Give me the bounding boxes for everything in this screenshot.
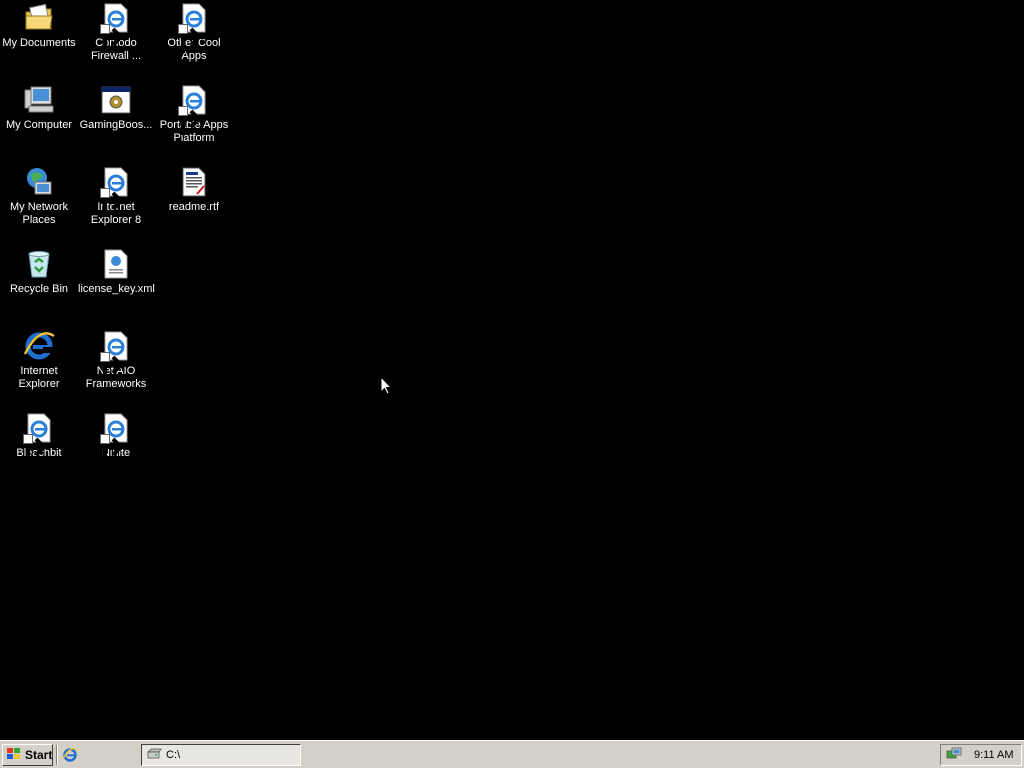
network-tray-icon[interactable]: [946, 746, 962, 765]
internet-explorer-icon: [23, 330, 55, 362]
ie-shortcut-icon: [178, 84, 210, 135]
desktop-icon-license-key[interactable]: license_key.xml: [77, 246, 155, 296]
desktop-icon-readme[interactable]: readme.rtf: [155, 164, 233, 214]
desktop-icon-label: license_key.xml: [78, 283, 155, 295]
desktop-icon-ninite[interactable]: Ninite: [77, 410, 155, 463]
desktop-icon-recycle-bin[interactable]: Recycle Bin: [0, 246, 78, 296]
rtf-document-icon: [178, 166, 210, 198]
ie-shortcut-icon: [100, 2, 132, 53]
desktop-icon-my-documents[interactable]: My Documents: [0, 0, 78, 50]
desktop-icon-label: readme.rtf: [168, 201, 220, 213]
desktop-icon-internet-explorer[interactable]: Internet Explorer: [0, 328, 78, 391]
internet-explorer-icon: [62, 747, 78, 766]
desktop-icon-label: My Network Places: [9, 201, 69, 226]
recycle-bin-icon: [23, 248, 55, 280]
desktop-icon-label: GamingBoos...: [79, 119, 153, 131]
desktop-icon-net-aio-frameworks[interactable]: Net AIO Frameworks: [77, 328, 155, 391]
windows-logo-icon: [6, 747, 22, 764]
desktop: My Documents My Computer My Network Plac…: [0, 0, 1024, 740]
computer-icon: [23, 84, 55, 116]
taskbar: Start C:\ 9:11 AM: [0, 740, 1024, 768]
shortcut-arrow-icon: [178, 24, 204, 53]
mouse-cursor-icon: [380, 375, 393, 396]
desktop-icon-other-cool-apps[interactable]: Other Cool Apps: [155, 0, 233, 63]
network-places-icon: [23, 166, 55, 198]
app-window-icon: [100, 84, 132, 116]
ie-shortcut-icon: [23, 412, 55, 463]
taskbar-button-drive-c[interactable]: C:\: [141, 744, 301, 766]
shortcut-arrow-icon: [100, 24, 126, 53]
desktop-icon-my-network-places[interactable]: My Network Places: [0, 164, 78, 227]
desktop-icon-internet-explorer-8[interactable]: Internet Explorer 8: [77, 164, 155, 227]
folder-documents-icon: [23, 2, 55, 34]
taskbar-button-label: C:\: [166, 749, 181, 761]
shortcut-arrow-icon: [100, 434, 126, 463]
ie-shortcut-icon: [178, 2, 210, 53]
ie-shortcut-icon: [100, 330, 132, 381]
desktop-icon-portable-apps-platform[interactable]: Portable Apps Platform: [155, 82, 233, 145]
desktop-icon-gamingbooster[interactable]: GamingBoos...: [77, 82, 155, 132]
start-button[interactable]: Start: [2, 744, 53, 766]
xml-document-icon: [100, 248, 132, 280]
shortcut-arrow-icon: [23, 434, 49, 463]
shortcut-arrow-icon: [178, 106, 204, 135]
ie-shortcut-icon: [100, 166, 132, 217]
desktop-icon-comodo-firewall[interactable]: Comodo Firewall ...: [77, 0, 155, 63]
desktop-icon-label: My Computer: [5, 119, 73, 131]
desktop-icon-label: My Documents: [2, 37, 76, 49]
shortcut-arrow-icon: [100, 188, 126, 217]
quick-launch-separator: [56, 745, 58, 765]
system-tray: 9:11 AM: [940, 744, 1022, 766]
desktop-icon-my-computer[interactable]: My Computer: [0, 82, 78, 132]
clock[interactable]: 9:11 AM: [974, 749, 1014, 761]
desktop-icon-label: Recycle Bin: [9, 283, 69, 295]
drive-icon: [146, 748, 162, 763]
desktop-icon-label: Internet Explorer: [18, 365, 60, 390]
shortcut-arrow-icon: [100, 352, 126, 381]
quick-launch-internet-explorer[interactable]: [62, 747, 78, 763]
desktop-icon-bleachbit[interactable]: Bleachbit: [0, 410, 78, 463]
start-label: Start: [25, 748, 53, 762]
ie-shortcut-icon: [100, 412, 132, 463]
